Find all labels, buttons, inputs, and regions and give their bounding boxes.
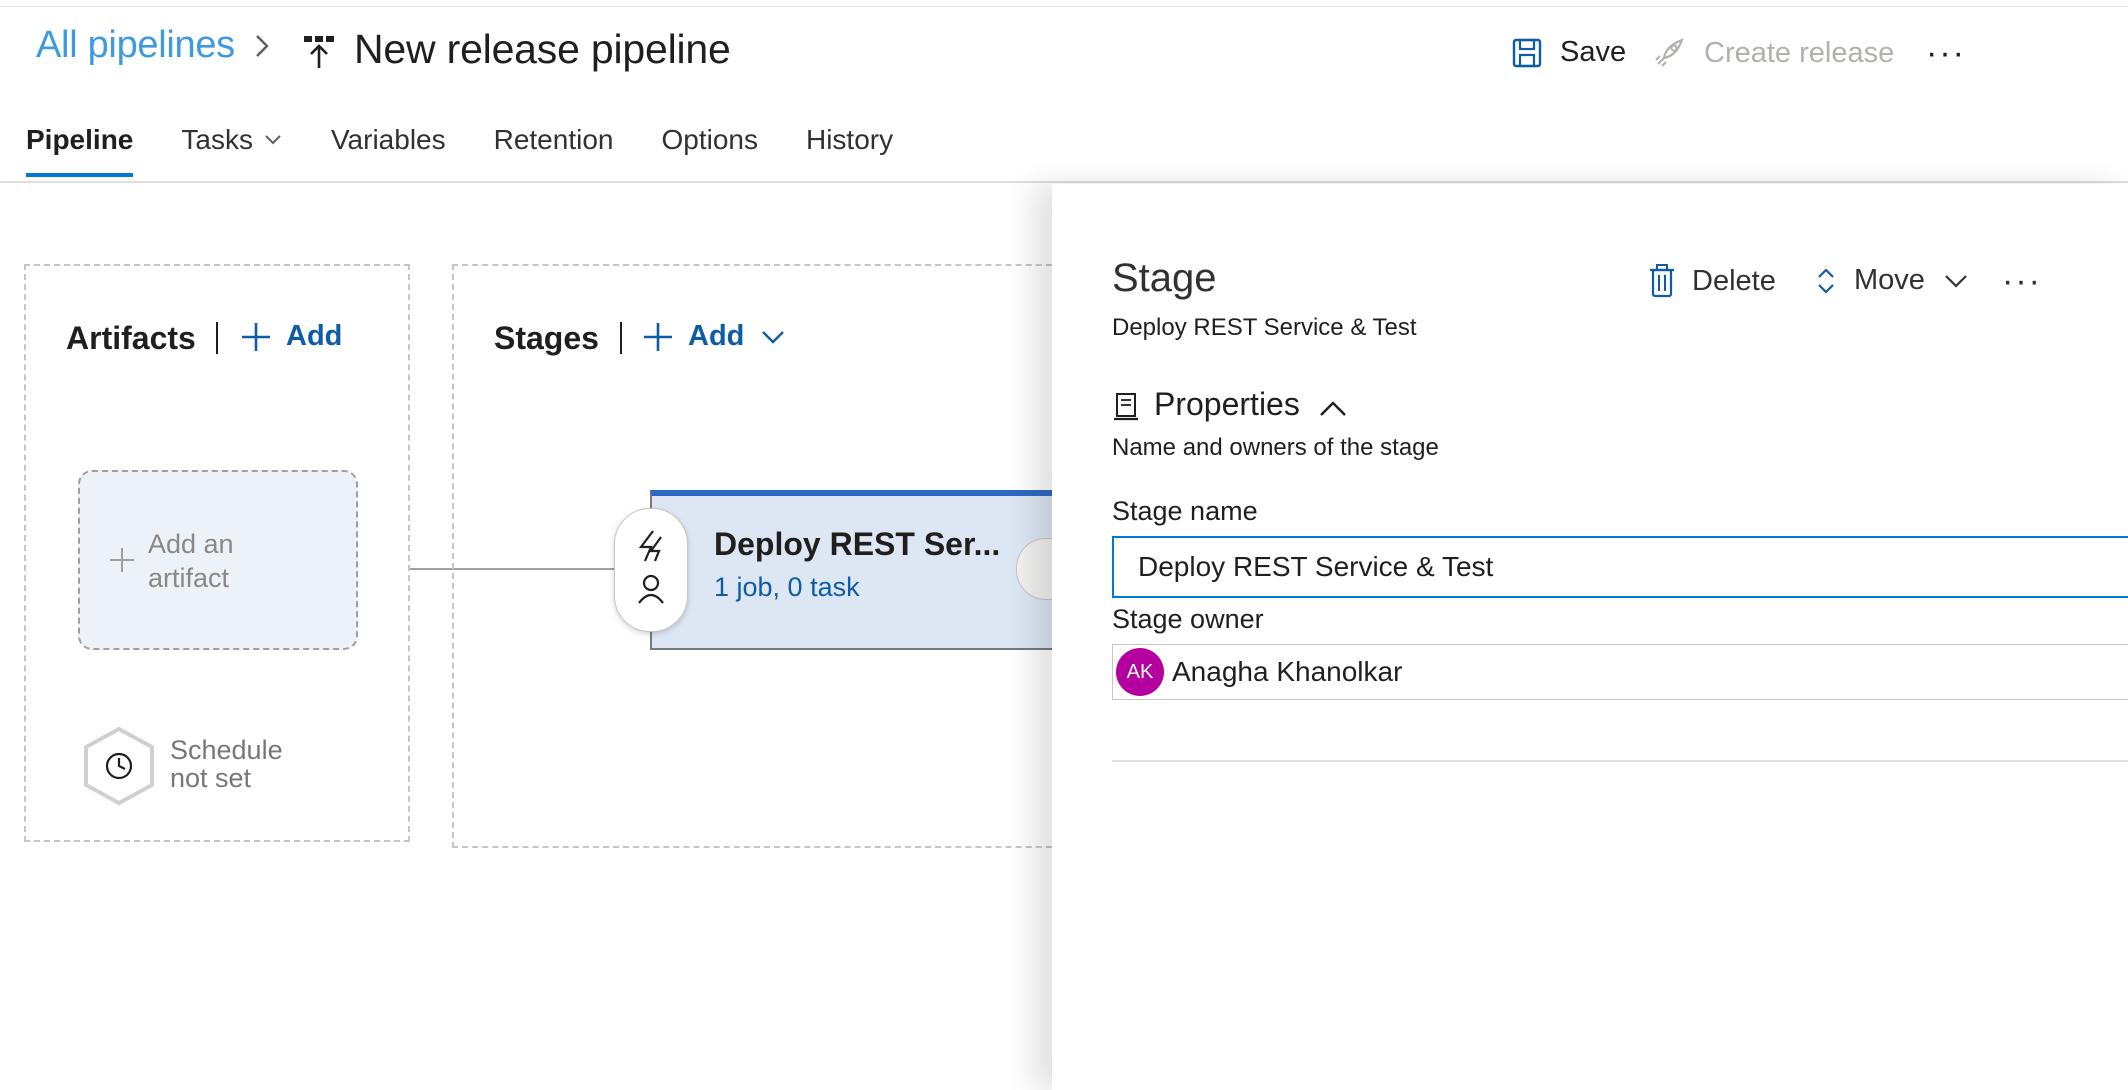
tab-variables[interactable]: Variables: [331, 124, 446, 156]
add-artifact-button[interactable]: Add: [240, 320, 342, 353]
stage-card-title: Deploy REST Ser...: [714, 526, 1001, 562]
schedule-line2: not set: [170, 763, 252, 793]
tab-options-label: Options: [661, 124, 758, 155]
chevron-right-icon: [256, 35, 269, 57]
add-stage-button[interactable]: Add: [642, 320, 786, 353]
add-artifact-line2: artifact: [148, 563, 230, 593]
chevron-down-icon: [265, 135, 281, 145]
more-options-button[interactable]: ···: [1926, 34, 1966, 73]
tab-options[interactable]: Options: [661, 124, 758, 156]
panel-more-options-button[interactable]: ···: [2002, 262, 2042, 301]
tab-tasks[interactable]: Tasks: [181, 124, 283, 156]
breadcrumb-all-pipelines-link[interactable]: All pipelines: [36, 24, 235, 67]
tab-retention-label: Retention: [493, 124, 614, 155]
add-artifact-label: Add: [286, 320, 343, 352]
plus-icon: [644, 322, 672, 351]
schedule-line1: Schedule: [170, 735, 283, 765]
chevron-down-icon: [1945, 274, 1967, 288]
lightning-icon: [638, 530, 662, 562]
stage-owner-label: Stage owner: [1112, 604, 1264, 634]
create-release-button[interactable]: Create release: [1652, 36, 1894, 70]
tab-pipeline[interactable]: Pipeline: [26, 124, 134, 177]
add-artifact-line1: Add an: [148, 529, 234, 559]
delete-stage-button[interactable]: Delete: [1648, 264, 1776, 298]
tab-history[interactable]: History: [806, 124, 893, 156]
chevron-up-icon[interactable]: [1318, 398, 1348, 418]
stages-separator: [620, 322, 622, 354]
chevron-down-icon: [762, 330, 785, 344]
save-button-label: Save: [1560, 36, 1627, 68]
stage-owner-name: Anagha Khanolkar: [1172, 656, 1403, 687]
plus-icon: [110, 548, 134, 572]
move-stage-label: Move: [1854, 264, 1925, 296]
rocket-icon: [1655, 38, 1684, 67]
tab-retention[interactable]: Retention: [494, 124, 614, 156]
trash-icon: [1650, 264, 1674, 298]
stage-name-label: Stage name: [1112, 496, 1258, 526]
properties-icon: [1114, 393, 1138, 421]
pre-deployment-conditions-button[interactable]: [614, 508, 688, 632]
stage-name-input[interactable]: [1112, 536, 2128, 598]
properties-description: Name and owners of the stage: [1112, 434, 1439, 461]
move-stage-button[interactable]: Move: [1816, 264, 1969, 297]
person-icon: [638, 574, 664, 604]
pipeline-tabs: Pipeline Tasks Variables Retention Optio…: [26, 124, 941, 177]
save-button[interactable]: Save: [1512, 36, 1626, 69]
artifacts-separator: [216, 322, 218, 354]
add-artifact-text: Add an artifact: [148, 527, 234, 595]
tab-pipeline-label: Pipeline: [26, 124, 134, 155]
tab-variables-label: Variables: [330, 124, 446, 155]
top-border: [0, 6, 2128, 7]
tab-tasks-label: Tasks: [181, 124, 253, 155]
schedule-trigger-icon[interactable]: [82, 726, 156, 806]
tab-history-label: History: [805, 124, 894, 155]
stages-title: Stages: [494, 320, 599, 356]
plus-icon: [242, 322, 270, 351]
delete-stage-label: Delete: [1692, 264, 1776, 297]
add-stage-label: Add: [688, 320, 745, 352]
panel-divider: [1112, 760, 2128, 762]
stage-card[interactable]: [650, 490, 1070, 650]
avatar: AK: [1116, 648, 1164, 696]
tabs-divider: [0, 181, 2128, 183]
artifacts-title: Artifacts: [66, 320, 196, 356]
properties-section-title[interactable]: Properties: [1154, 386, 1300, 423]
schedule-status: Schedule not set: [170, 736, 283, 792]
sort-arrows-icon: [1818, 267, 1834, 294]
panel-subtitle: Deploy REST Service & Test: [1112, 314, 1417, 341]
stage-card-tasks-link[interactable]: 1 job, 0 task: [714, 572, 860, 603]
save-icon: [1512, 38, 1542, 67]
create-release-label: Create release: [1704, 36, 1895, 69]
panel-title: Stage: [1112, 256, 1217, 300]
page-title: New release pipeline: [354, 26, 731, 72]
release-pipeline-icon: [304, 36, 334, 68]
